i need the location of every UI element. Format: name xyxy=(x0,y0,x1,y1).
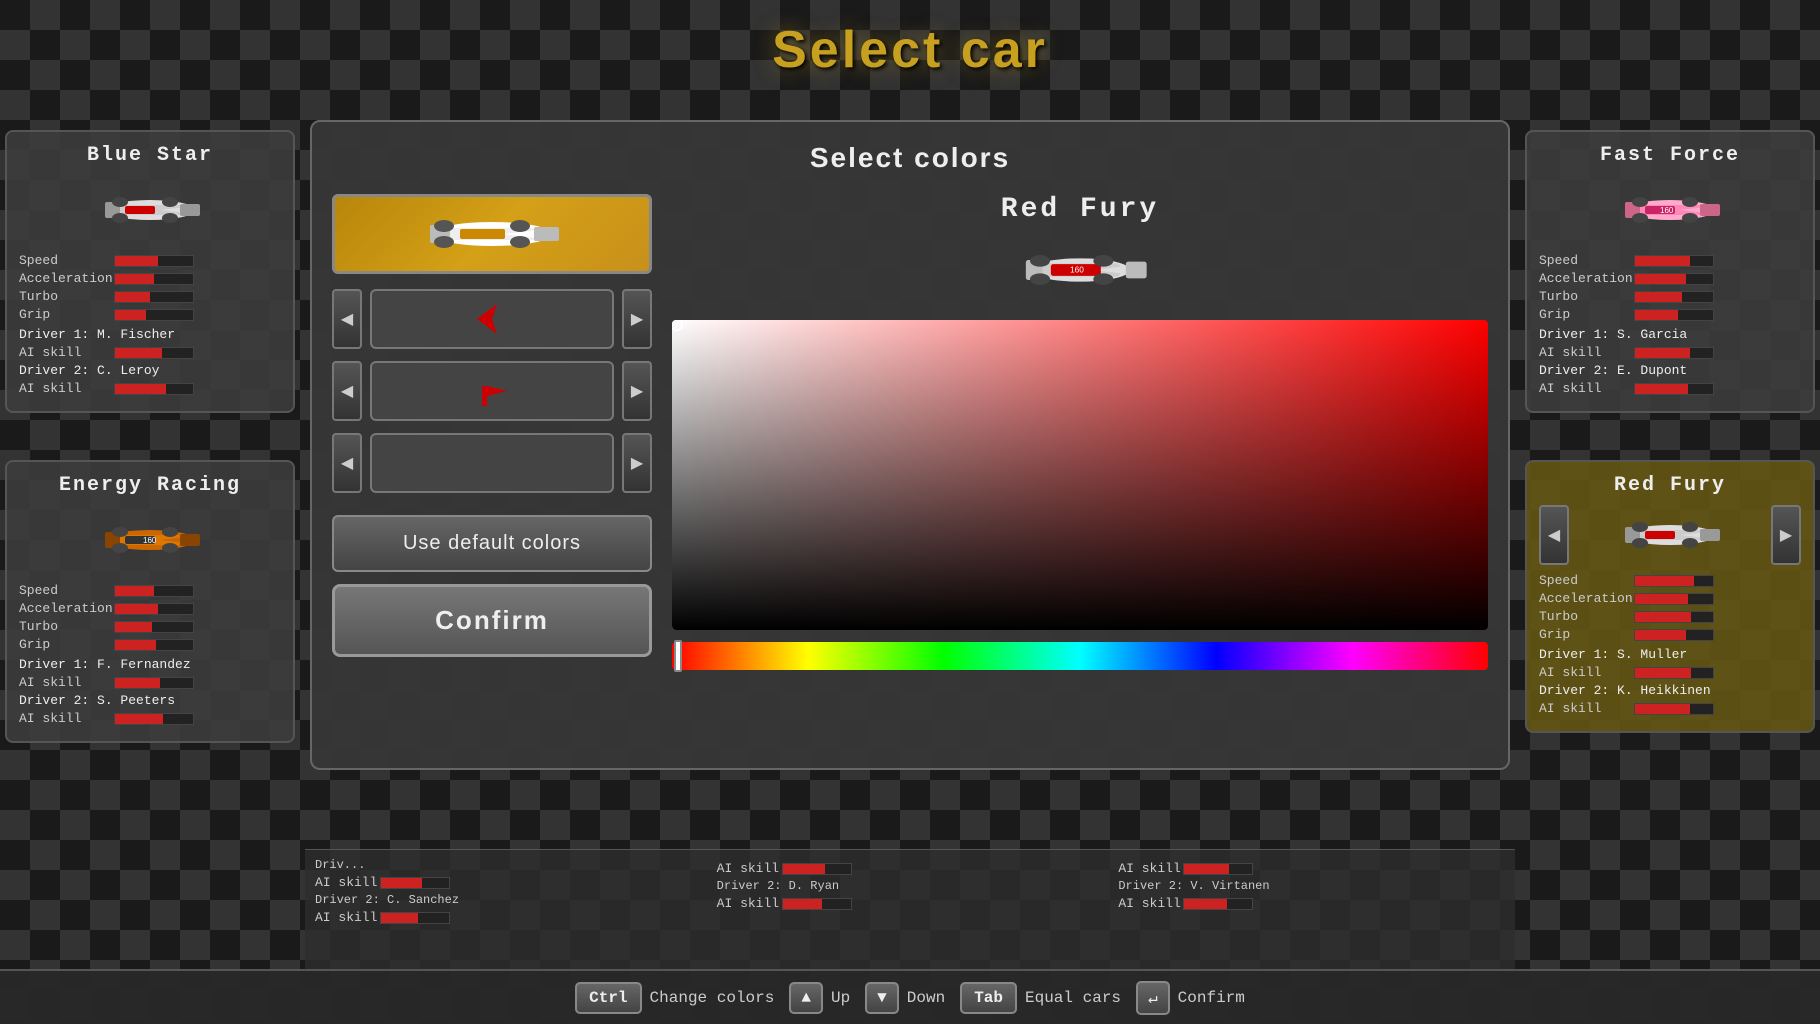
card-fast-force: Fast Force 160 Speed Acceler xyxy=(1525,130,1815,413)
fast-force-car-svg: 160 xyxy=(1605,180,1735,240)
page-title: Select car xyxy=(0,0,1820,95)
color2-prev-btn[interactable]: ◀ xyxy=(332,289,362,349)
card-energy-racing: Energy Racing 160 Speed xyxy=(5,460,295,743)
fast-force-title: Fast Force xyxy=(1539,144,1801,167)
ctrl-key[interactable]: Ctrl xyxy=(575,982,641,1014)
color-row-2: ◀ ▶ xyxy=(332,289,652,349)
accel-label: Acceleration xyxy=(19,271,114,286)
svg-text:160: 160 xyxy=(1660,206,1674,215)
selected-car-title: Red Fury xyxy=(672,194,1488,225)
primary-color-swatch[interactable] xyxy=(332,194,652,274)
red-fury-next-button[interactable]: ▶ xyxy=(1771,505,1801,565)
blue-star-speed-row: Speed xyxy=(19,253,281,268)
blue-star-accel-row: Acceleration xyxy=(19,271,281,286)
energy-racing-image: 160 xyxy=(19,505,281,575)
selected-car-section: Red Fury 160 xyxy=(672,194,1488,305)
red-fury-prev-button[interactable]: ◀ xyxy=(1539,505,1569,565)
fast-force-image: 160 xyxy=(1539,175,1801,245)
color3-swatch[interactable] xyxy=(370,361,614,421)
toolbar-confirm: ↵ Confirm xyxy=(1136,981,1245,1015)
color-gradient-inner xyxy=(672,320,1488,630)
red-fury-title: Red Fury xyxy=(1539,474,1801,497)
hue-slider-thumb xyxy=(674,640,682,672)
selected-car-preview: 160 xyxy=(1005,235,1155,305)
blue-star-turbo-row: Turbo xyxy=(19,289,281,304)
color-picker[interactable] xyxy=(672,320,1488,670)
color-row-4: ◀ ▶ xyxy=(332,433,652,493)
color-row-3: ◀ ▶ xyxy=(332,361,652,421)
up-label: Up xyxy=(831,989,850,1007)
accel-bar xyxy=(115,274,154,284)
change-colors-label: Change colors xyxy=(650,989,775,1007)
select-colors-modal: Select colors xyxy=(310,120,1510,770)
confirm-toolbar-label: Confirm xyxy=(1178,989,1245,1007)
color3-next-btn[interactable]: ▶ xyxy=(622,361,652,421)
toolbar-tab: Tab Equal cars xyxy=(960,982,1121,1014)
blue-star-title: Blue Star xyxy=(19,144,281,167)
turbo-bar-container xyxy=(114,291,194,303)
energy-car-svg: 160 xyxy=(85,510,215,570)
card-blue-star: Blue Star Spee xyxy=(5,130,295,413)
bottom-drivers-bar: Driv... AI skill Driver 2: C. Sanchez AI… xyxy=(305,849,1515,969)
equal-cars-label: Equal cars xyxy=(1025,989,1121,1007)
color2-next-btn[interactable]: ▶ xyxy=(622,289,652,349)
color-gradient-dark xyxy=(672,320,1488,630)
color4-prev-btn[interactable]: ◀ xyxy=(332,433,362,493)
turbo-bar xyxy=(115,292,150,302)
blue-star-image xyxy=(19,175,281,245)
modal-title: Select colors xyxy=(332,142,1488,174)
use-default-colors-button[interactable]: Use default colors xyxy=(332,515,652,572)
blue-star-driver1: Driver 1: M. Fischer AI skill Driver 2: … xyxy=(19,327,281,396)
speed-label: Speed xyxy=(19,253,114,268)
color2-swatch[interactable] xyxy=(370,289,614,349)
energy-driver1: Driver 1: F. Fernandez AI skill Driver 2… xyxy=(19,657,281,726)
red-fury-car-image xyxy=(1569,505,1771,565)
grip-bar xyxy=(115,310,146,320)
down-arrow-key[interactable]: ▼ xyxy=(865,982,899,1014)
speed-bar-container xyxy=(114,255,194,267)
speed-bar xyxy=(115,256,158,266)
bottom-toolbar: Ctrl Change colors ▲ Up ▼ Down Tab Equal… xyxy=(0,969,1820,1024)
grip-bar-container xyxy=(114,309,194,321)
energy-racing-title: Energy Racing xyxy=(19,474,281,497)
up-arrow-key[interactable]: ▲ xyxy=(789,982,823,1014)
toolbar-up: ▲ Up xyxy=(789,982,850,1014)
color4-swatch[interactable] xyxy=(370,433,614,493)
turbo-label: Turbo xyxy=(19,289,114,304)
svg-text:160: 160 xyxy=(143,536,157,545)
color4-next-btn[interactable]: ▶ xyxy=(622,433,652,493)
accel-bar-container xyxy=(114,273,194,285)
svg-text:160: 160 xyxy=(1070,265,1084,275)
card-red-fury: Red Fury ◀ ▶ Speed xyxy=(1525,460,1815,733)
right-color-panel: Red Fury 160 xyxy=(672,194,1488,670)
color-select-area: ◀ ▶ ◀ xyxy=(332,194,1488,670)
enter-key[interactable]: ↵ xyxy=(1136,981,1170,1015)
tab-key[interactable]: Tab xyxy=(960,982,1017,1014)
color3-prev-btn[interactable]: ◀ xyxy=(332,361,362,421)
grip-label: Grip xyxy=(19,307,114,322)
red-fury-driver1: Driver 1: S. Muller AI skill Driver 2: K… xyxy=(1539,647,1801,716)
color-swatches-panel: ◀ ▶ ◀ xyxy=(332,194,652,670)
blue-star-car-svg xyxy=(85,180,215,240)
blue-star-grip-row: Grip xyxy=(19,307,281,322)
down-label: Down xyxy=(907,989,945,1007)
toolbar-down: ▼ Down xyxy=(865,982,945,1014)
hue-slider[interactable] xyxy=(672,642,1488,670)
toolbar-ctrl: Ctrl Change colors xyxy=(575,982,774,1014)
fast-force-driver1: Driver 1: S. Garcia AI skill Driver 2: E… xyxy=(1539,327,1801,396)
main-content: Select car Blue Star xyxy=(0,0,1820,1024)
confirm-button[interactable]: Confirm xyxy=(332,584,652,657)
color-gradient-box[interactable] xyxy=(672,320,1488,630)
